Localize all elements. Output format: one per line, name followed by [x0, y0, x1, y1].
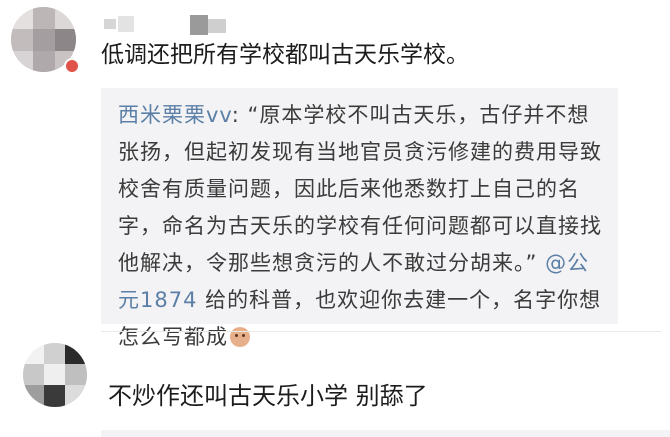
quoted-comment-text: 西米栗栗vv: “原本学校不叫古天乐，古仔并不想张扬，但起初发现有当地官员贪污修…: [118, 97, 610, 356]
smiling-face-emoji-icon: [230, 327, 250, 347]
comment-divider: [101, 331, 661, 332]
commenter-1-badge-icon: [64, 58, 80, 74]
comment-1-text: 低调还把所有学校都叫古天乐学校。: [101, 42, 469, 68]
quoted-author-link[interactable]: 西米栗栗vv: [118, 103, 232, 127]
quoted-comment[interactable]: 西米栗栗vv: “原本学校不叫古天乐，古仔并不想张扬，但起初发现有当地官员贪污修…: [101, 88, 618, 349]
commenter-2-avatar[interactable]: [23, 343, 87, 407]
comment-2-text: 不炒作还叫古天乐小学 别舔了: [108, 382, 428, 410]
next-quote-box-edge: [101, 430, 670, 437]
quoted-separator: :: [231, 103, 248, 127]
quoted-body: “原本学校不叫古天乐，古仔并不想张扬，但起初发现有当地官员贪污修建的费用导致校舍…: [118, 103, 602, 275]
